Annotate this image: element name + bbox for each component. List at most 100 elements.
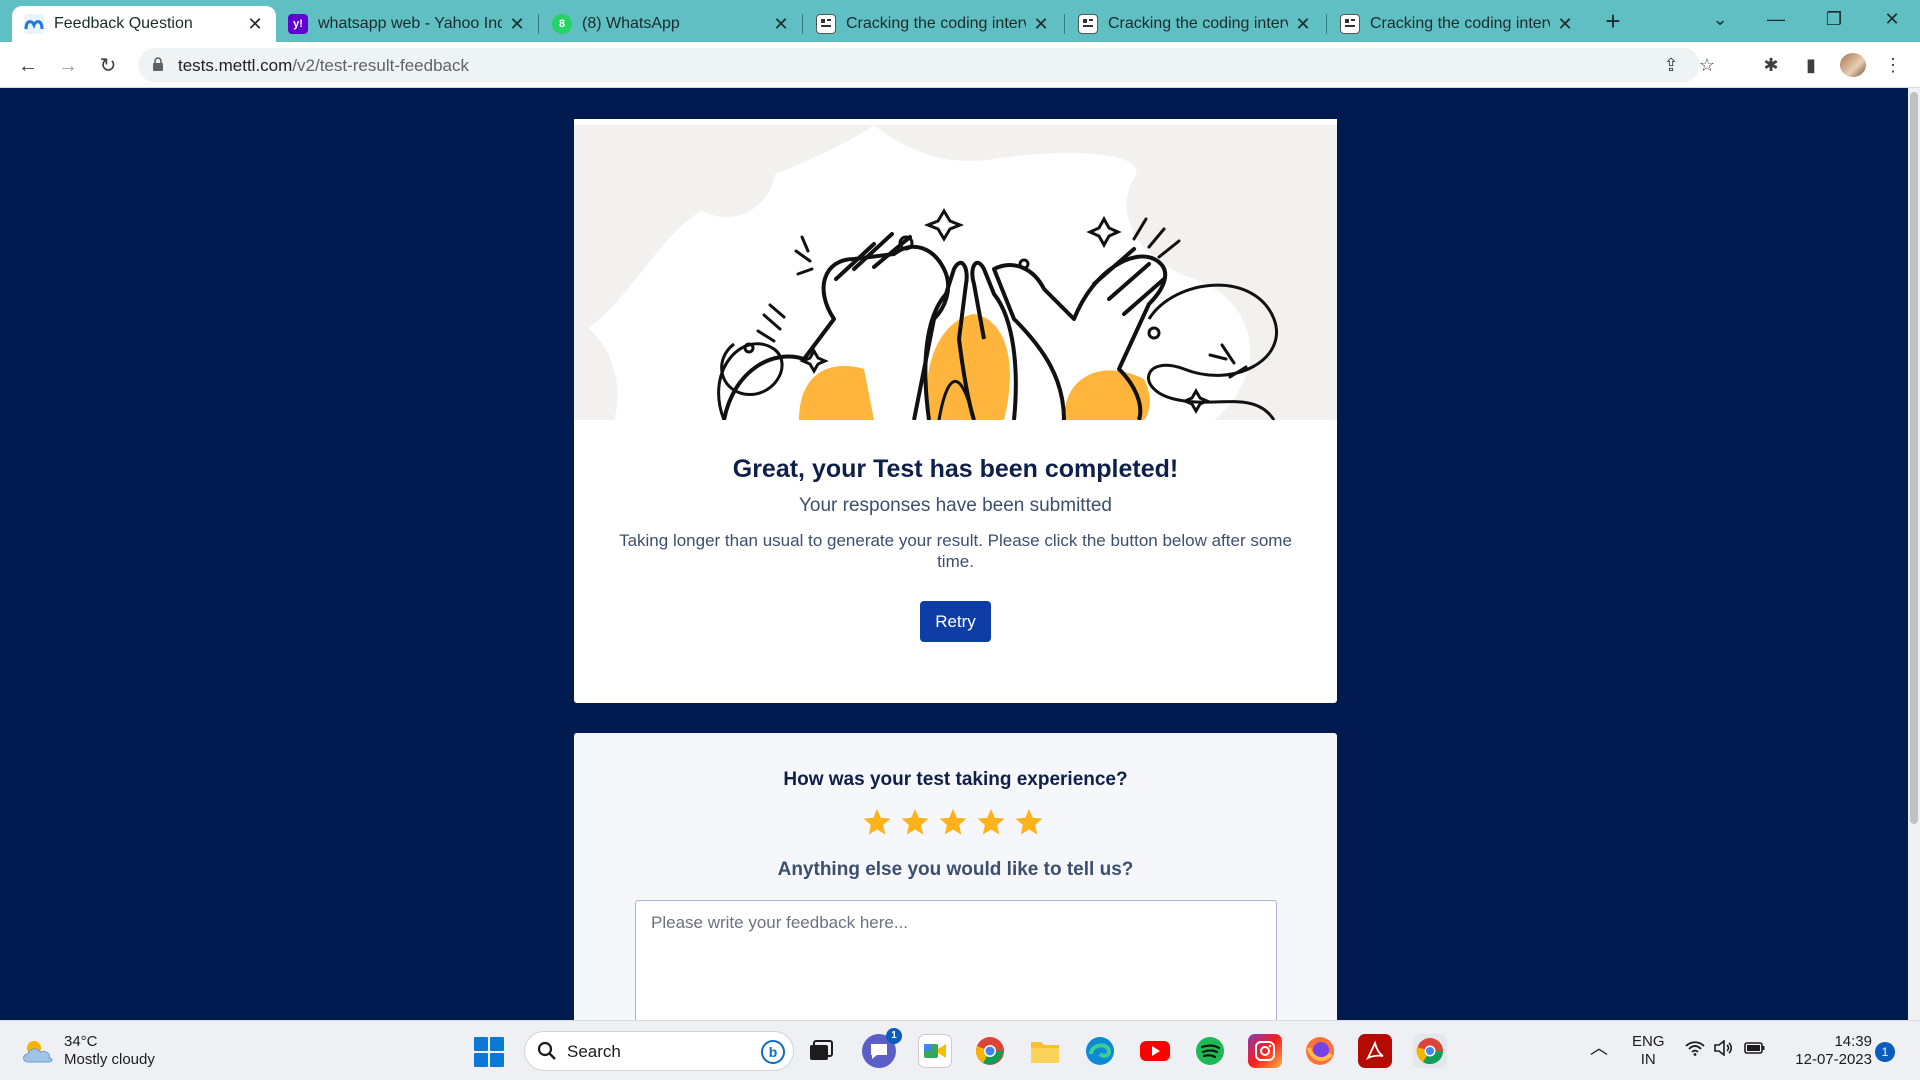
tab-strip: Feedback Question ✕ y! whatsapp web - Ya…	[0, 0, 1920, 42]
show-hidden-icons-chevron[interactable]: ︿	[1590, 1039, 1608, 1057]
weather-widget[interactable]: 34°C Mostly cloudy	[20, 1033, 155, 1069]
scrollbar-thumb[interactable]	[1910, 92, 1918, 824]
star-icon[interactable]	[1014, 807, 1044, 837]
address-bar[interactable]: tests.mettl.com/v2/test-result-feedback …	[138, 48, 1715, 82]
tab-title: Cracking the coding interview	[1108, 15, 1288, 32]
tab-search-chevron-icon[interactable]: ⌄	[1700, 4, 1740, 34]
clock-time: 14:39	[1834, 1033, 1872, 1050]
tab-title: whatsapp web - Yahoo India	[318, 15, 502, 32]
close-tab-icon[interactable]: ✕	[772, 14, 790, 35]
lock-icon	[152, 57, 164, 76]
tab-cracking-1[interactable]: Cracking the coding interview ✕	[804, 6, 1062, 42]
retry-button[interactable]: Retry	[920, 601, 991, 642]
star-icon[interactable]	[900, 807, 930, 837]
weather-temperature: 34°C	[64, 1033, 98, 1050]
tab-title: (8) WhatsApp	[582, 15, 680, 32]
windows-start-icon[interactable]	[474, 1037, 504, 1067]
page-scrollbar[interactable]	[1908, 88, 1920, 1020]
spotify-icon[interactable]	[1193, 1034, 1227, 1068]
language-indicator[interactable]: ENG IN	[1632, 1033, 1665, 1069]
search-icon	[537, 1041, 557, 1066]
chat-badge: 1	[886, 1028, 902, 1044]
completion-title: Great, your Test has been completed!	[732, 455, 1179, 483]
close-tab-icon[interactable]: ✕	[1032, 14, 1050, 35]
close-window-icon[interactable]: ✕	[1872, 4, 1912, 34]
reload-icon[interactable]: ↻	[92, 50, 124, 82]
language-code: ENG	[1632, 1033, 1665, 1050]
close-tab-icon[interactable]: ✕	[1556, 14, 1574, 35]
tab-title: Cracking the coding interview	[1370, 15, 1550, 32]
star-icon[interactable]	[976, 807, 1006, 837]
url-host: tests.mettl.com	[178, 56, 293, 75]
extensions-icon[interactable]: ✱	[1758, 52, 1784, 78]
volume-icon[interactable]	[1714, 1039, 1734, 1061]
region-code: IN	[1640, 1051, 1656, 1068]
instagram-icon[interactable]	[1248, 1034, 1282, 1068]
result-delay-message: Taking longer than usual to generate you…	[619, 531, 1292, 571]
tab-yahoo[interactable]: y! whatsapp web - Yahoo India ✕	[276, 6, 538, 42]
weather-description: Mostly cloudy	[64, 1051, 155, 1068]
browser-toolbar: ← → ↻ tests.mettl.com/v2/test-result-fee…	[0, 42, 1920, 88]
taskbar-search[interactable]: Search b	[524, 1031, 794, 1071]
battery-icon[interactable]	[1744, 1040, 1766, 1061]
edge-icon[interactable]	[1083, 1034, 1117, 1068]
document-icon	[1340, 14, 1360, 34]
chrome-icon[interactable]	[973, 1034, 1007, 1068]
minimize-icon[interactable]: —	[1756, 4, 1796, 34]
close-tab-icon[interactable]: ✕	[508, 14, 526, 35]
feedback-card: How was your test taking experience? Any…	[574, 733, 1337, 1040]
star-rating	[862, 807, 1044, 837]
acrobat-icon[interactable]	[1358, 1034, 1392, 1068]
celebration-illustration	[574, 119, 1337, 420]
bing-icon[interactable]: b	[761, 1040, 785, 1064]
tab-divider	[1326, 14, 1327, 34]
whatsapp-icon: 8	[552, 14, 572, 34]
document-icon	[816, 14, 836, 34]
yahoo-icon: y!	[288, 14, 308, 34]
additional-feedback-prompt: Anything else you would like to tell us?	[777, 859, 1134, 880]
tab-title: Cracking the coding interview	[846, 15, 1026, 32]
forward-arrow-icon[interactable]: →	[52, 50, 84, 82]
restore-icon[interactable]: ❐	[1814, 4, 1854, 34]
star-icon[interactable]	[938, 807, 968, 837]
close-tab-icon[interactable]: ✕	[1294, 14, 1312, 35]
tab-divider	[1064, 14, 1065, 34]
notification-badge[interactable]: 1	[1875, 1042, 1895, 1062]
taskbar: 34°C Mostly cloudy Search b 1 ︿ ENG IN 1…	[0, 1020, 1920, 1080]
teams-chat-icon[interactable]: 1	[862, 1028, 902, 1068]
tab-divider	[538, 14, 539, 34]
new-tab-button[interactable]: +	[1598, 6, 1628, 36]
back-arrow-icon[interactable]: ←	[12, 50, 44, 82]
clock-date: 12-07-2023	[1795, 1051, 1872, 1068]
chrome-profile-icon[interactable]	[1413, 1034, 1447, 1068]
document-icon	[1078, 14, 1098, 34]
search-label: Search	[567, 1042, 621, 1061]
tab-title: Feedback Question	[54, 15, 193, 32]
profile-avatar[interactable]	[1840, 53, 1866, 77]
tab-feedback-question[interactable]: Feedback Question ✕	[12, 6, 276, 42]
tab-cracking-3[interactable]: Cracking the coding interview ✕	[1328, 6, 1586, 42]
youtube-icon[interactable]	[1138, 1034, 1172, 1068]
cloudy-weather-icon	[23, 1041, 53, 1063]
wifi-icon[interactable]	[1685, 1040, 1705, 1061]
bookmark-star-icon[interactable]: ☆	[1694, 52, 1720, 78]
url-path: /v2/test-result-feedback	[292, 56, 470, 75]
side-panel-icon[interactable]: ▮	[1798, 52, 1824, 78]
tab-whatsapp[interactable]: 8 (8) WhatsApp ✕	[540, 6, 802, 42]
task-view-icon[interactable]	[804, 1034, 838, 1068]
firefox-icon[interactable]	[1303, 1034, 1337, 1068]
close-tab-icon[interactable]: ✕	[246, 14, 264, 35]
experience-question: How was your test taking experience?	[783, 769, 1128, 790]
mettl-icon	[24, 14, 44, 34]
menu-kebab-icon[interactable]: ⋮	[1880, 52, 1906, 78]
meet-icon[interactable]	[918, 1034, 952, 1068]
share-icon[interactable]: ⇪	[1658, 52, 1684, 78]
clock[interactable]: 14:39 12-07-2023	[1782, 1033, 1872, 1069]
tab-divider	[802, 14, 803, 34]
submission-subtitle: Your responses have been submitted	[798, 495, 1112, 516]
url-text: tests.mettl.com/v2/test-result-feedback	[178, 56, 469, 76]
tab-cracking-2[interactable]: Cracking the coding interview ✕	[1066, 6, 1324, 42]
file-explorer-icon[interactable]	[1028, 1034, 1062, 1068]
star-icon[interactable]	[862, 807, 892, 837]
feedback-textarea[interactable]	[635, 900, 1277, 1040]
